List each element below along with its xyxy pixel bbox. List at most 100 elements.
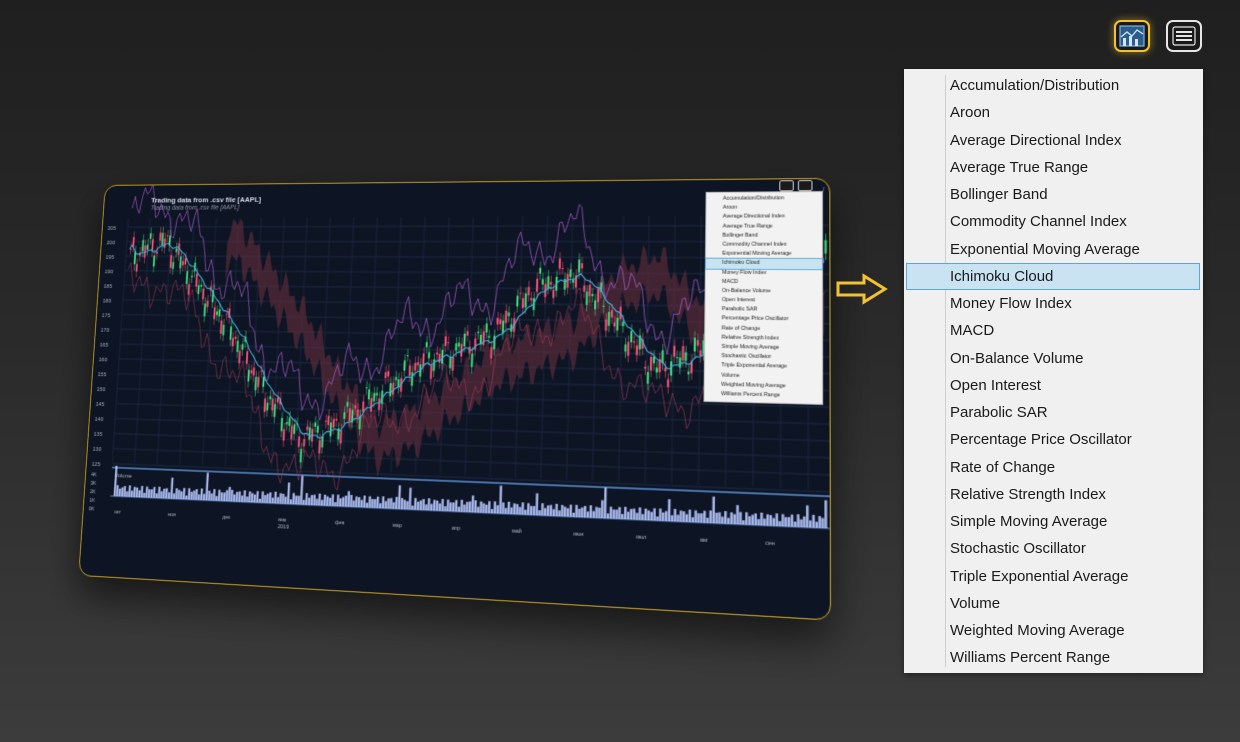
indicator-dropdown-menu: Accumulation/Distribution Aroon Average Di… <box>904 69 1203 673</box>
grid-line <box>112 464 829 492</box>
volume-bar <box>799 519 803 528</box>
volume-bar <box>202 493 206 501</box>
menu-item-triple-exponential-average[interactable]: Triple Exponential Average <box>906 563 1200 590</box>
volume-bar <box>419 500 423 511</box>
volume-bar <box>279 493 282 504</box>
grid-line <box>202 218 216 466</box>
volume-bar <box>344 495 348 507</box>
candle-body <box>616 317 619 331</box>
volume-bar <box>563 506 567 517</box>
volume-bar <box>389 498 393 509</box>
volume-bar <box>263 494 267 503</box>
mini-menu-item: Williams Percent Range <box>721 390 781 399</box>
volume-bar <box>524 509 527 515</box>
volume-bar <box>721 516 724 524</box>
volume-bar <box>411 505 414 510</box>
candle-body <box>241 344 244 350</box>
volume-bar <box>476 506 480 513</box>
menu-item-open-interest[interactable]: Open Interest <box>906 372 1200 399</box>
month-label: июн <box>573 531 583 538</box>
candle-body <box>266 402 269 411</box>
menu-item-aroon[interactable]: Aroon <box>906 99 1200 126</box>
candle-body <box>563 278 566 290</box>
volume-bar <box>790 514 794 527</box>
candle-body <box>166 235 169 237</box>
candle-body <box>247 369 250 382</box>
menu-item-accumulation-distribution[interactable]: Accumulation/Distribution <box>906 72 1200 99</box>
menu-item-average-directional-index[interactable]: Average Directional Index <box>906 127 1200 154</box>
menu-item-percentage-price-oscillator[interactable]: Percentage Price Oscillator <box>906 426 1200 453</box>
volume-bar <box>679 510 683 522</box>
candle-body <box>395 377 398 381</box>
candle-body <box>297 436 301 448</box>
volume-bar <box>395 496 398 509</box>
volume-bar <box>457 506 461 512</box>
volume-bar <box>160 491 163 499</box>
volume-bar <box>310 495 314 506</box>
volume-bar <box>535 493 539 516</box>
candle-body <box>558 258 561 269</box>
month-label: июл <box>636 534 647 541</box>
menu-item-macd[interactable]: MACD <box>906 317 1200 344</box>
mini-indicators-button <box>779 180 794 192</box>
volume-bar <box>305 493 308 505</box>
month-label: сен <box>765 540 774 547</box>
volume-bar <box>806 505 809 528</box>
candle-body <box>535 278 539 292</box>
candle-body <box>451 357 455 371</box>
candle-body <box>425 342 428 348</box>
menu-item-simple-moving-average[interactable]: Simple Moving Average <box>906 508 1200 535</box>
candle-body <box>824 240 827 254</box>
volume-bar <box>541 503 544 516</box>
month-label: апр <box>452 526 461 533</box>
menu-item-exponential-moving-average[interactable]: Exponential Moving Average <box>906 236 1200 263</box>
menu-item-parabolic-sar[interactable]: Parabolic SAR <box>906 399 1200 426</box>
volume-bar <box>621 513 624 520</box>
candle-body <box>236 340 239 353</box>
menu-item-relative-strength-index[interactable]: Relative Strength Index <box>906 481 1200 508</box>
menu-item-commodity-channel-index[interactable]: Commodity Channel Index <box>906 208 1200 235</box>
volume-bar <box>772 517 776 526</box>
menu-item-volume[interactable]: Volume <box>906 590 1200 617</box>
candle-body <box>269 396 272 400</box>
volume-bar <box>615 509 618 519</box>
volume-bar <box>318 493 321 506</box>
volume-bar <box>647 510 650 521</box>
menu-item-weighted-moving-average[interactable]: Weighted Moving Average <box>906 617 1200 644</box>
volume-bar <box>760 512 763 526</box>
volume-bar <box>315 498 319 506</box>
volume-bar <box>274 491 277 504</box>
volume-bar <box>408 487 412 510</box>
volume-bar <box>623 506 627 520</box>
candle-body <box>263 398 267 412</box>
menu-item-average-true-range[interactable]: Average True Range <box>906 154 1200 181</box>
menu-item-on-balance-volume[interactable]: On-Balance Volume <box>906 345 1200 372</box>
volume-bar <box>598 507 601 519</box>
volume-bar <box>435 501 439 511</box>
volume-bar <box>326 496 329 506</box>
volume-bar <box>575 504 578 518</box>
candle-body <box>496 317 499 325</box>
menu-item-williams-percent-range[interactable]: Williams Percent Range <box>906 644 1200 671</box>
menu-item-bollinger-band[interactable]: Bollinger Band <box>906 181 1200 208</box>
candle-body <box>369 397 373 412</box>
menu-item-stochastic-oscillator[interactable]: Stochastic Oscillator <box>906 535 1200 562</box>
menu-item-ichimoku-cloud[interactable]: Ichimoku Cloud <box>906 262 1200 290</box>
menu-item-money-flow-index[interactable]: Money Flow Index <box>906 290 1200 317</box>
volume-bar <box>197 494 201 501</box>
volume-bar <box>670 515 674 522</box>
volume-bar <box>281 493 285 504</box>
candle-body <box>416 362 420 366</box>
volume-bar <box>460 499 464 512</box>
volume-bar <box>292 492 295 505</box>
volume-bar <box>225 490 229 502</box>
volume-bar <box>529 505 533 516</box>
volume-bar <box>376 496 380 509</box>
volume-bar <box>261 491 264 503</box>
candle-body <box>490 346 493 359</box>
candle-body <box>254 377 258 391</box>
candle-body <box>607 311 611 326</box>
volume-bar <box>824 500 828 529</box>
menu-item-rate-of-change[interactable]: Rate of Change <box>906 454 1200 481</box>
volume-bar <box>177 489 181 500</box>
